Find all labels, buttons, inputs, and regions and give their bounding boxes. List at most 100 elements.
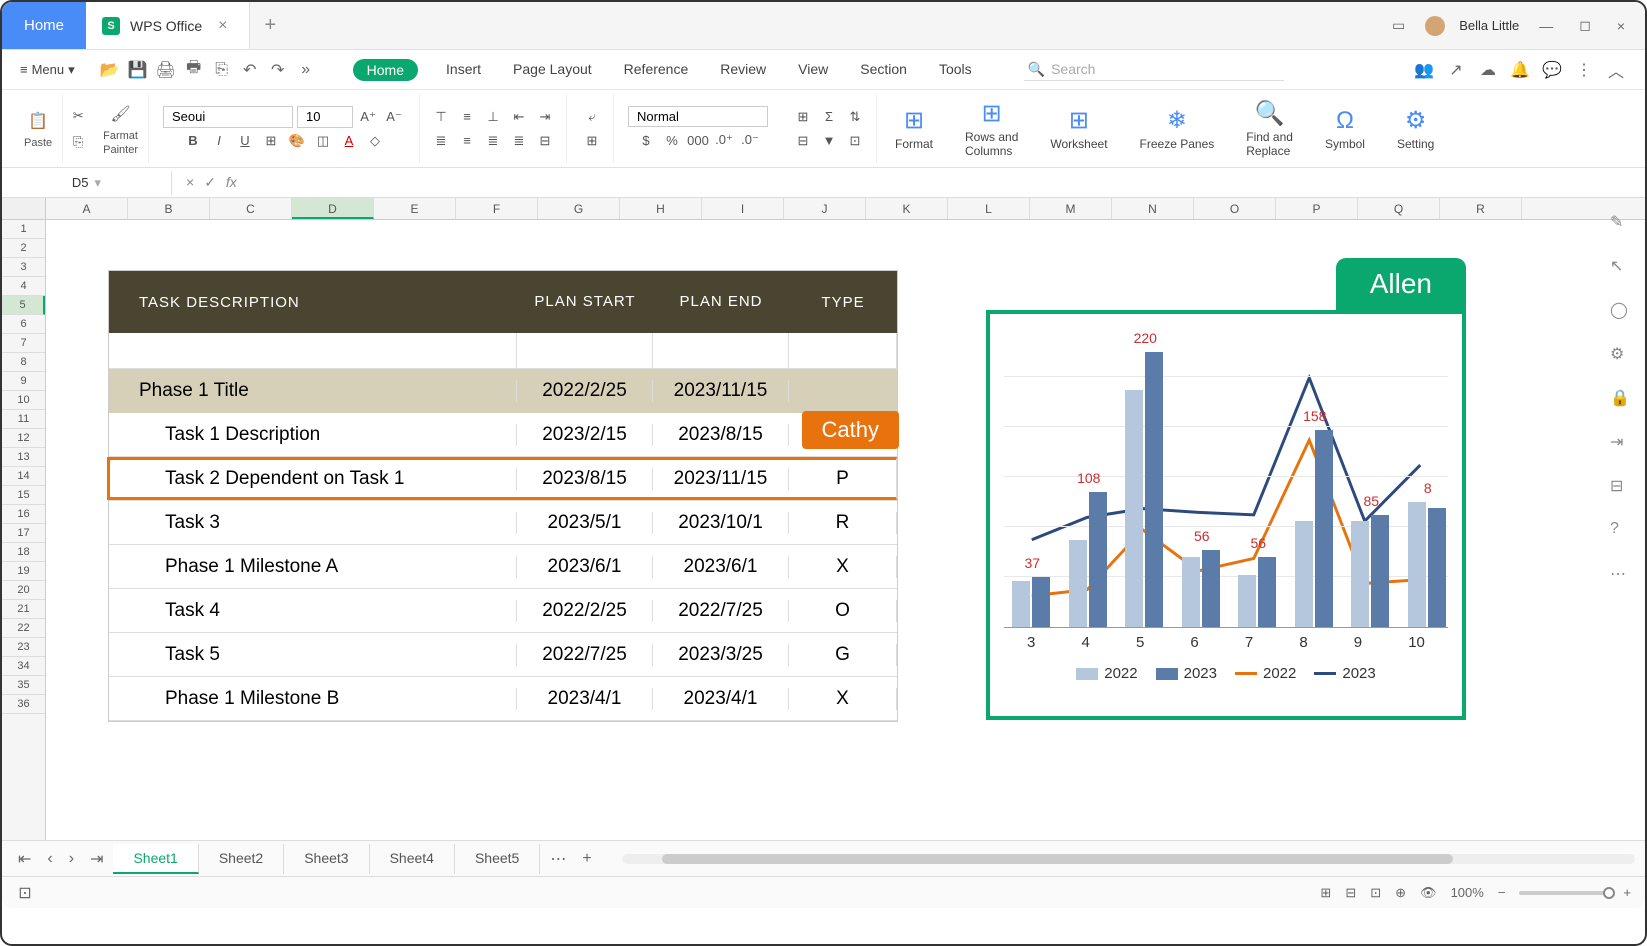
sheet-tab-sheet2[interactable]: Sheet2 <box>199 844 284 874</box>
collapse-ribbon-icon[interactable]: ︿ <box>1607 61 1625 79</box>
formula-input[interactable] <box>251 181 1645 185</box>
chat-icon[interactable]: 💬 <box>1543 61 1561 79</box>
column-header-N[interactable]: N <box>1112 198 1194 219</box>
row-header-18[interactable]: 18 <box>2 543 45 562</box>
shrink-font-icon[interactable]: A⁻ <box>383 106 405 128</box>
column-header-G[interactable]: G <box>538 198 620 219</box>
percent-icon[interactable]: % <box>661 129 683 151</box>
search-input[interactable]: 🔍 Search <box>1024 59 1284 81</box>
view-page-icon[interactable]: ⊡ <box>1370 885 1381 901</box>
column-header-M[interactable]: M <box>1030 198 1112 219</box>
task-row[interactable]: Phase 1 Milestone B2023/4/12023/4/1X <box>109 677 897 721</box>
decrease-decimal-icon[interactable]: .0⁻ <box>739 129 761 151</box>
rows-columns-menu[interactable]: ⊞ Rows and Columns <box>951 99 1032 158</box>
row-header-2[interactable]: 2 <box>2 239 45 258</box>
ribbon-tab-insert[interactable]: Insert <box>442 59 485 81</box>
embedded-chart[interactable]: Allen 371082205656158858 345678910 20222… <box>986 310 1466 720</box>
row-header-12[interactable]: 12 <box>2 429 45 448</box>
column-header-B[interactable]: B <box>128 198 210 219</box>
view-focus-icon[interactable]: ⊕ <box>1395 885 1406 901</box>
notify-icon[interactable]: 🔔 <box>1511 61 1529 79</box>
column-header-F[interactable]: F <box>456 198 538 219</box>
zoom-slider[interactable] <box>1519 891 1609 895</box>
sheet-tab-sheet3[interactable]: Sheet3 <box>284 844 369 874</box>
row-header-15[interactable]: 15 <box>2 486 45 505</box>
more-menu-icon[interactable]: ⋮ <box>1575 61 1593 79</box>
help-tool-icon[interactable]: ? <box>1610 520 1632 542</box>
next-sheet-icon[interactable]: › <box>63 846 80 872</box>
column-header-A[interactable]: A <box>46 198 128 219</box>
close-tab-icon[interactable]: × <box>212 17 233 35</box>
prev-sheet-icon[interactable]: ‹ <box>41 846 58 872</box>
column-header-R[interactable]: R <box>1440 198 1522 219</box>
italic-button[interactable]: I <box>208 130 230 152</box>
document-tab[interactable]: S WPS Office × <box>86 2 250 49</box>
font-color-icon[interactable]: A <box>338 130 360 152</box>
ribbon-tab-home[interactable]: Home <box>353 59 418 81</box>
ribbon-tab-page-layout[interactable]: Page Layout <box>509 59 596 81</box>
row-header-20[interactable]: 20 <box>2 581 45 600</box>
more-tool-icon[interactable]: ⋯ <box>1610 564 1632 586</box>
row-header-10[interactable]: 10 <box>2 391 45 410</box>
row-header-16[interactable]: 16 <box>2 505 45 524</box>
currency-icon[interactable]: $ <box>635 129 657 151</box>
format-painter-icon[interactable]: 🖌 <box>107 100 135 128</box>
cell-grid[interactable]: TASK DESCRIPTION PLAN START PLAN END TYP… <box>46 220 1645 840</box>
comma-icon[interactable]: 000 <box>687 129 709 151</box>
column-header-C[interactable]: C <box>210 198 292 219</box>
row-header-22[interactable]: 22 <box>2 619 45 638</box>
bold-button[interactable]: B <box>182 130 204 152</box>
autosum-icon[interactable]: Σ <box>818 106 840 128</box>
row-header-17[interactable]: 17 <box>2 524 45 543</box>
fx-icon[interactable]: fx <box>226 174 237 191</box>
sheet-tab-sheet1[interactable]: Sheet1 <box>113 844 198 874</box>
edit-tool-icon[interactable]: ✎ <box>1610 212 1632 234</box>
window-mode-icon[interactable]: ▭ <box>1386 13 1411 38</box>
view-grid-icon[interactable]: ⊟ <box>1345 885 1356 901</box>
row-header-9[interactable]: 9 <box>2 372 45 391</box>
cloud-icon[interactable]: ☁ <box>1479 61 1497 79</box>
column-header-Q[interactable]: Q <box>1358 198 1440 219</box>
close-window-icon[interactable]: × <box>1611 14 1631 38</box>
view-eye-icon[interactable]: 👁 <box>1420 885 1437 901</box>
save-icon[interactable]: 💾 <box>129 61 147 79</box>
horizontal-scrollbar[interactable] <box>622 854 1635 864</box>
send-icon[interactable]: ↗ <box>1447 61 1465 79</box>
align-middle-icon[interactable]: ≡ <box>456 106 478 128</box>
first-sheet-icon[interactable]: ⇤ <box>12 845 37 873</box>
font-size-select[interactable] <box>297 106 353 128</box>
export-tool-icon[interactable]: ⇥ <box>1610 432 1632 454</box>
column-header-K[interactable]: K <box>866 198 948 219</box>
freeze-panes-menu[interactable]: ❄ Freeze Panes <box>1126 106 1229 151</box>
record-macro-icon[interactable]: ⊡ <box>16 884 34 902</box>
ribbon-tab-reference[interactable]: Reference <box>620 59 693 81</box>
row-header-5[interactable]: 5 <box>2 296 45 315</box>
sort-icon[interactable]: ⇅ <box>844 106 866 128</box>
row-header-23[interactable]: 23 <box>2 638 45 657</box>
ribbon-tab-review[interactable]: Review <box>716 59 770 81</box>
zoom-out-icon[interactable]: − <box>1498 885 1506 900</box>
justify-icon[interactable]: ≣ <box>508 130 530 152</box>
select-tool-icon[interactable]: ↖ <box>1610 256 1632 278</box>
align-center-icon[interactable]: ≡ <box>456 130 478 152</box>
row-header-11[interactable]: 11 <box>2 410 45 429</box>
wrap-text-icon[interactable]: ⤶ <box>581 106 603 128</box>
task-row[interactable]: Task 2 Dependent on Task 12023/8/152023/… <box>109 457 897 501</box>
column-header-L[interactable]: L <box>948 198 1030 219</box>
last-sheet-icon[interactable]: ⇥ <box>84 845 109 873</box>
column-header-D[interactable]: D <box>292 198 374 219</box>
task-row[interactable]: Task 1 DescriptionCathy2023/2/152023/8/1… <box>109 413 897 457</box>
align-left-icon[interactable]: ≣ <box>430 130 452 152</box>
sheet-tab-sheet5[interactable]: Sheet5 <box>455 844 540 874</box>
increase-decimal-icon[interactable]: .0⁺ <box>713 129 735 151</box>
user-avatar[interactable] <box>1425 16 1445 36</box>
merge-icon[interactable]: ⊟ <box>534 130 556 152</box>
row-header-7[interactable]: 7 <box>2 334 45 353</box>
row-header-4[interactable]: 4 <box>2 277 45 296</box>
column-header-H[interactable]: H <box>620 198 702 219</box>
align-bottom-icon[interactable]: ⊥ <box>482 106 504 128</box>
cut-icon[interactable]: ✂ <box>67 105 89 127</box>
row-header-3[interactable]: 3 <box>2 258 45 277</box>
row-header-21[interactable]: 21 <box>2 600 45 619</box>
row-header-36[interactable]: 36 <box>2 695 45 714</box>
